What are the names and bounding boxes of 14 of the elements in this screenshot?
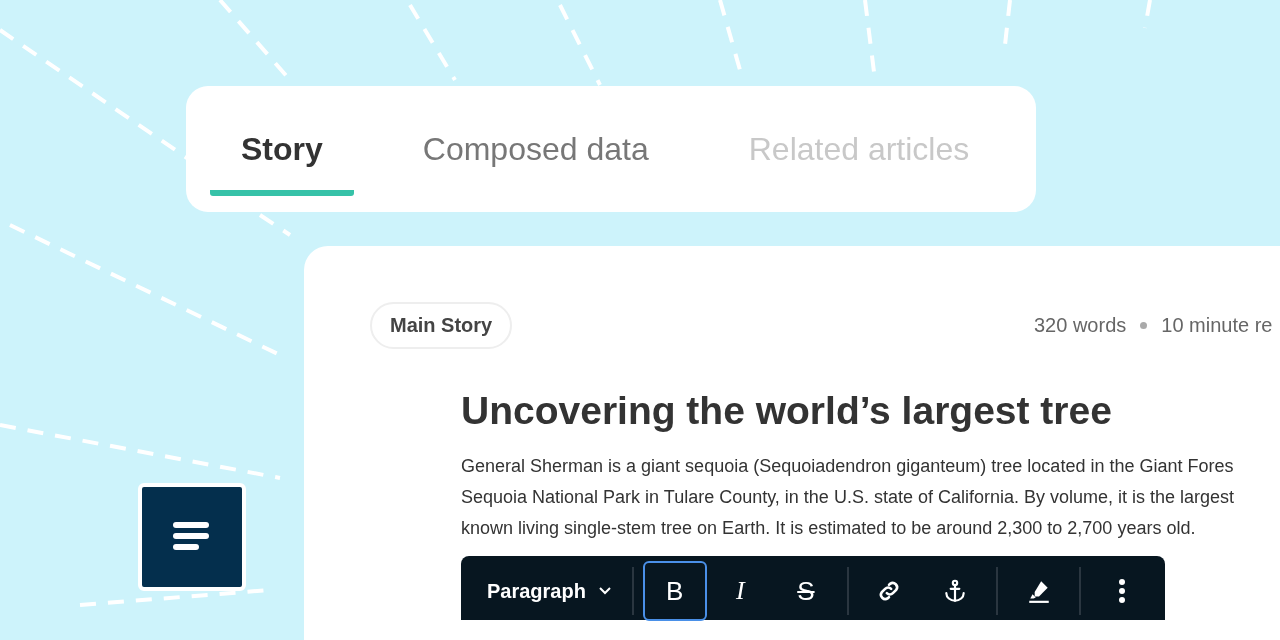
italic-button[interactable]: I <box>708 561 773 621</box>
chevron-down-icon <box>597 586 612 596</box>
word-count: 320 words <box>1034 314 1127 337</box>
bold-button[interactable]: B <box>642 561 707 621</box>
article-paragraph: General Sherman is a giant sequoia (Sequoiadendron giganteum) tree located in the Giant Fores Sequoia National Park in Tulare County, in the U.S. state of California. By volume, it is the largest known living single-stem tree on Earth. It is estimated to be around 2,300 to 2,700 years old. <box>461 455 1236 540</box>
text-block-icon[interactable] <box>138 483 246 591</box>
article-title: Uncovering the world’s largest tree <box>461 389 1113 433</box>
tab[interactable]: Story <box>210 102 354 196</box>
tab[interactable]: Composed data <box>391 102 680 196</box>
read-time: 10 minute re <box>1161 314 1273 337</box>
story-type-tag: Main Story <box>370 302 513 349</box>
separator-dot-icon <box>1140 322 1148 329</box>
paragraph-dropdown[interactable]: Paragraph <box>475 561 624 621</box>
strikethrough-button[interactable]: S <box>774 561 838 621</box>
